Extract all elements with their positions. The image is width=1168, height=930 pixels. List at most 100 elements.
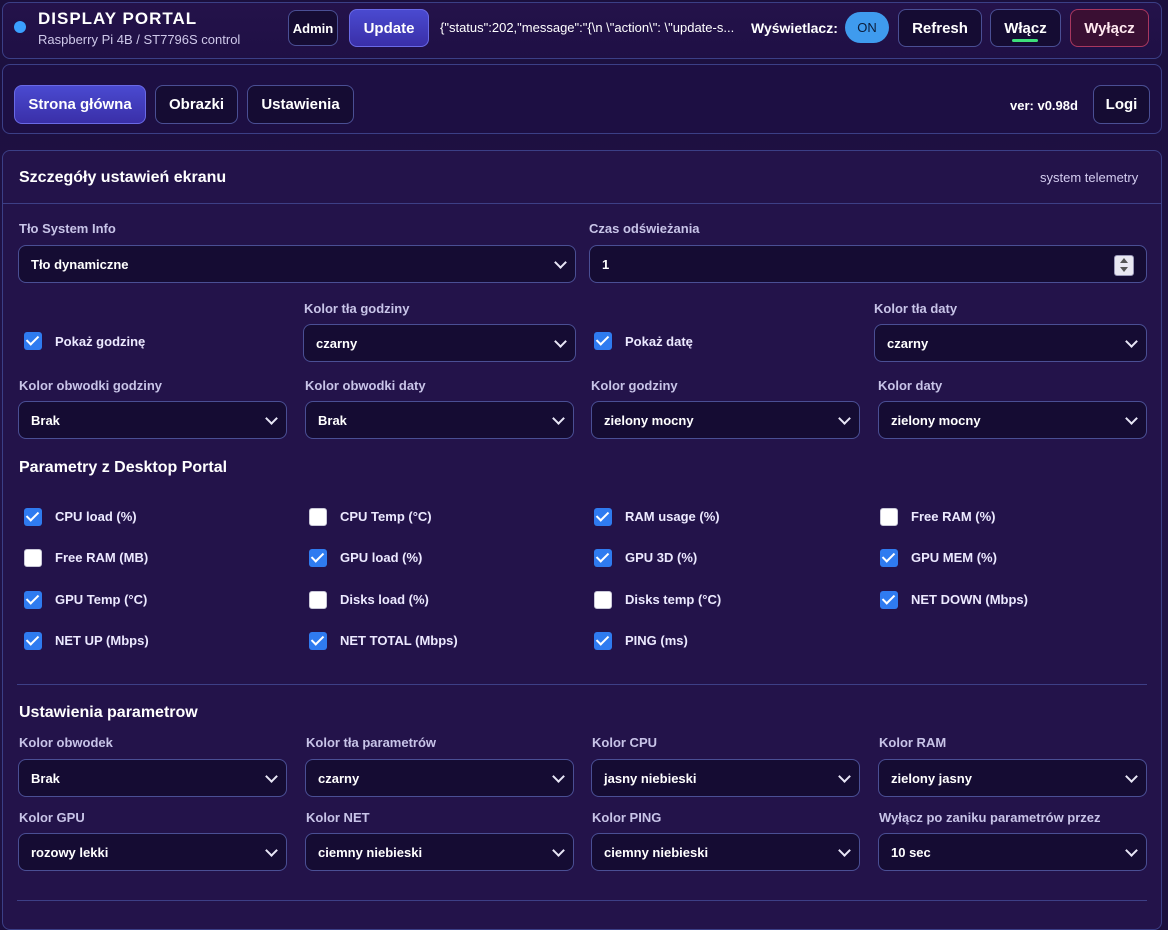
param-setting-label: Kolor NET [306, 810, 370, 825]
param-setting-value: ciemny niebieski [604, 844, 709, 860]
turn-off-button[interactable]: Wyłącz [1070, 9, 1149, 47]
bg-select[interactable]: Tło dynamiczne [18, 245, 576, 283]
date-bg-select[interactable]: czarny [874, 324, 1147, 362]
tab-images[interactable]: Obrazki [155, 85, 238, 124]
param-setting-select[interactable]: Brak [18, 759, 287, 797]
chevron-down-icon [838, 412, 851, 425]
param-setting-label: Kolor CPU [592, 735, 657, 750]
param-checkbox[interactable] [880, 508, 898, 526]
param-setting-select[interactable]: zielony jasny [878, 759, 1147, 797]
chevron-down-icon [1125, 844, 1138, 857]
param-setting-value: 10 sec [891, 844, 931, 860]
date-color-value: zielony mocny [891, 412, 981, 428]
date-outline-select[interactable]: Brak [305, 401, 574, 439]
param-label: CPU Temp (°C) [340, 509, 432, 524]
param-setting-value: rozowy lekki [31, 844, 109, 860]
display-toggle[interactable]: ON [845, 12, 889, 43]
param-label: CPU load (%) [55, 509, 137, 524]
date-outline-label: Kolor obwodki daty [305, 378, 426, 393]
time-outline-select[interactable]: Brak [18, 401, 287, 439]
param-setting-label: Wyłącz po zaniku parametrów przez [879, 810, 1101, 825]
show-date-label: Pokaż datę [625, 334, 693, 349]
param-checkbox[interactable] [880, 591, 898, 609]
param-checkbox[interactable] [880, 549, 898, 567]
app-title: DISPLAY PORTAL [38, 9, 198, 28]
time-outline-value: Brak [31, 412, 60, 428]
param-setting-select[interactable]: 10 sec [878, 833, 1147, 871]
logs-button[interactable]: Logi [1093, 85, 1150, 124]
param-checkbox[interactable] [309, 549, 327, 567]
chevron-down-icon [265, 844, 278, 857]
chevron-down-icon [554, 335, 567, 348]
status-dot-icon [14, 21, 26, 33]
param-checkbox[interactable] [24, 549, 42, 567]
param-setting-label: Kolor RAM [879, 735, 947, 750]
param-checkbox[interactable] [594, 632, 612, 650]
time-bg-value: czarny [316, 335, 358, 351]
param-checkbox[interactable] [594, 549, 612, 567]
param-label: Disks temp (°C) [625, 592, 722, 607]
param-setting-label: Kolor tła parametrów [306, 735, 437, 750]
param-setting-value: Brak [31, 770, 60, 786]
param-setting-select[interactable]: czarny [305, 759, 574, 797]
date-color-select[interactable]: zielony mocny [878, 401, 1147, 439]
app-subtitle: Raspberry Pi 4B / ST7796S control [38, 32, 241, 47]
param-checkbox[interactable] [309, 632, 327, 650]
param-setting-select[interactable]: ciemny niebieski [305, 833, 574, 871]
chevron-down-icon [265, 770, 278, 783]
param-setting-select[interactable]: jasny niebieski [591, 759, 860, 797]
chevron-down-icon [554, 256, 567, 269]
param-setting-select[interactable]: ciemny niebieski [591, 833, 860, 871]
time-color-value: zielony mocny [604, 412, 694, 428]
param-checkbox[interactable] [24, 591, 42, 609]
show-time-checkbox[interactable] [24, 332, 42, 350]
param-label: Disks load (%) [340, 592, 429, 607]
refresh-time-label: Czas odświeżania [589, 221, 700, 236]
param-label: GPU MEM (%) [911, 550, 997, 565]
chevron-down-icon [552, 770, 565, 783]
status-message: {"status":202,"message":"{\n \"action\":… [440, 20, 735, 35]
param-label: Free RAM (%) [911, 509, 996, 524]
show-date-checkbox[interactable] [594, 332, 612, 350]
refresh-time-value: 1 [602, 256, 610, 272]
param-setting-select[interactable]: rozowy lekki [18, 833, 287, 871]
tab-settings[interactable]: Ustawienia [247, 85, 354, 124]
time-color-label: Kolor godziny [591, 378, 678, 393]
param-checkbox[interactable] [24, 632, 42, 650]
chevron-down-icon [1125, 412, 1138, 425]
chevron-down-icon [1125, 335, 1138, 348]
time-color-select[interactable]: zielony mocny [591, 401, 860, 439]
spinner-icon[interactable] [1114, 255, 1134, 276]
param-label: Free RAM (MB) [55, 550, 149, 565]
param-checkbox[interactable] [594, 508, 612, 526]
refresh-button[interactable]: Refresh [898, 9, 982, 47]
param-checkbox[interactable] [309, 591, 327, 609]
chevron-down-icon [838, 770, 851, 783]
time-bg-label: Kolor tła godziny [304, 301, 410, 316]
desktop-params-title: Parametry z Desktop Portal [19, 459, 228, 476]
chevron-down-icon [552, 844, 565, 857]
param-label: PING (ms) [625, 633, 688, 648]
tab-home[interactable]: Strona główna [14, 85, 146, 124]
param-setting-label: Kolor obwodek [19, 735, 113, 750]
param-checkbox[interactable] [594, 591, 612, 609]
time-bg-select[interactable]: czarny [303, 324, 576, 362]
divider [17, 900, 1147, 901]
refresh-time-input[interactable]: 1 [589, 245, 1147, 283]
chevron-down-icon [265, 412, 278, 425]
param-setting-value: ciemny niebieski [318, 844, 423, 860]
admin-button[interactable]: Admin [288, 10, 338, 46]
active-indicator [1012, 39, 1038, 42]
param-checkbox[interactable] [309, 508, 327, 526]
time-outline-label: Kolor obwodki godziny [19, 378, 162, 393]
param-label: GPU load (%) [340, 550, 423, 565]
params-settings-title: Ustawienia parametrow [19, 704, 198, 721]
param-checkbox[interactable] [24, 508, 42, 526]
divider [3, 203, 1161, 204]
param-label: NET UP (Mbps) [55, 633, 149, 648]
chevron-down-icon [552, 412, 565, 425]
param-label: NET TOTAL (Mbps) [340, 633, 458, 648]
param-label: GPU Temp (°C) [55, 592, 148, 607]
update-button[interactable]: Update [349, 9, 429, 47]
panel-tag: system telemetry [1040, 170, 1139, 185]
